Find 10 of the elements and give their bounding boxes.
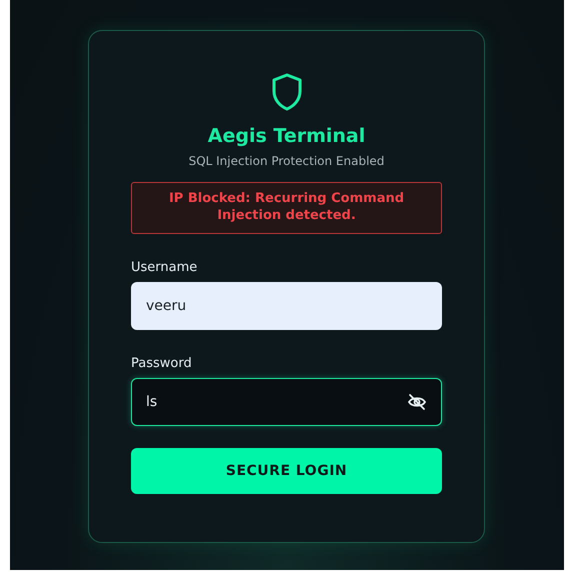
error-alert: IP Blocked: Recurring Command Injection detected.: [131, 182, 442, 234]
login-button[interactable]: SECURE LOGIN: [131, 448, 442, 494]
app-title: Aegis Terminal: [208, 125, 366, 147]
shield-icon: [270, 73, 302, 111]
password-field[interactable]: ls: [131, 378, 442, 426]
app-subtitle: SQL Injection Protection Enabled: [188, 154, 384, 168]
username-field[interactable]: veeru: [131, 282, 442, 330]
field-label: Username: [131, 260, 198, 275]
eye-slash-icon[interactable]: [407, 392, 427, 411]
field-label: Password: [131, 356, 193, 371]
